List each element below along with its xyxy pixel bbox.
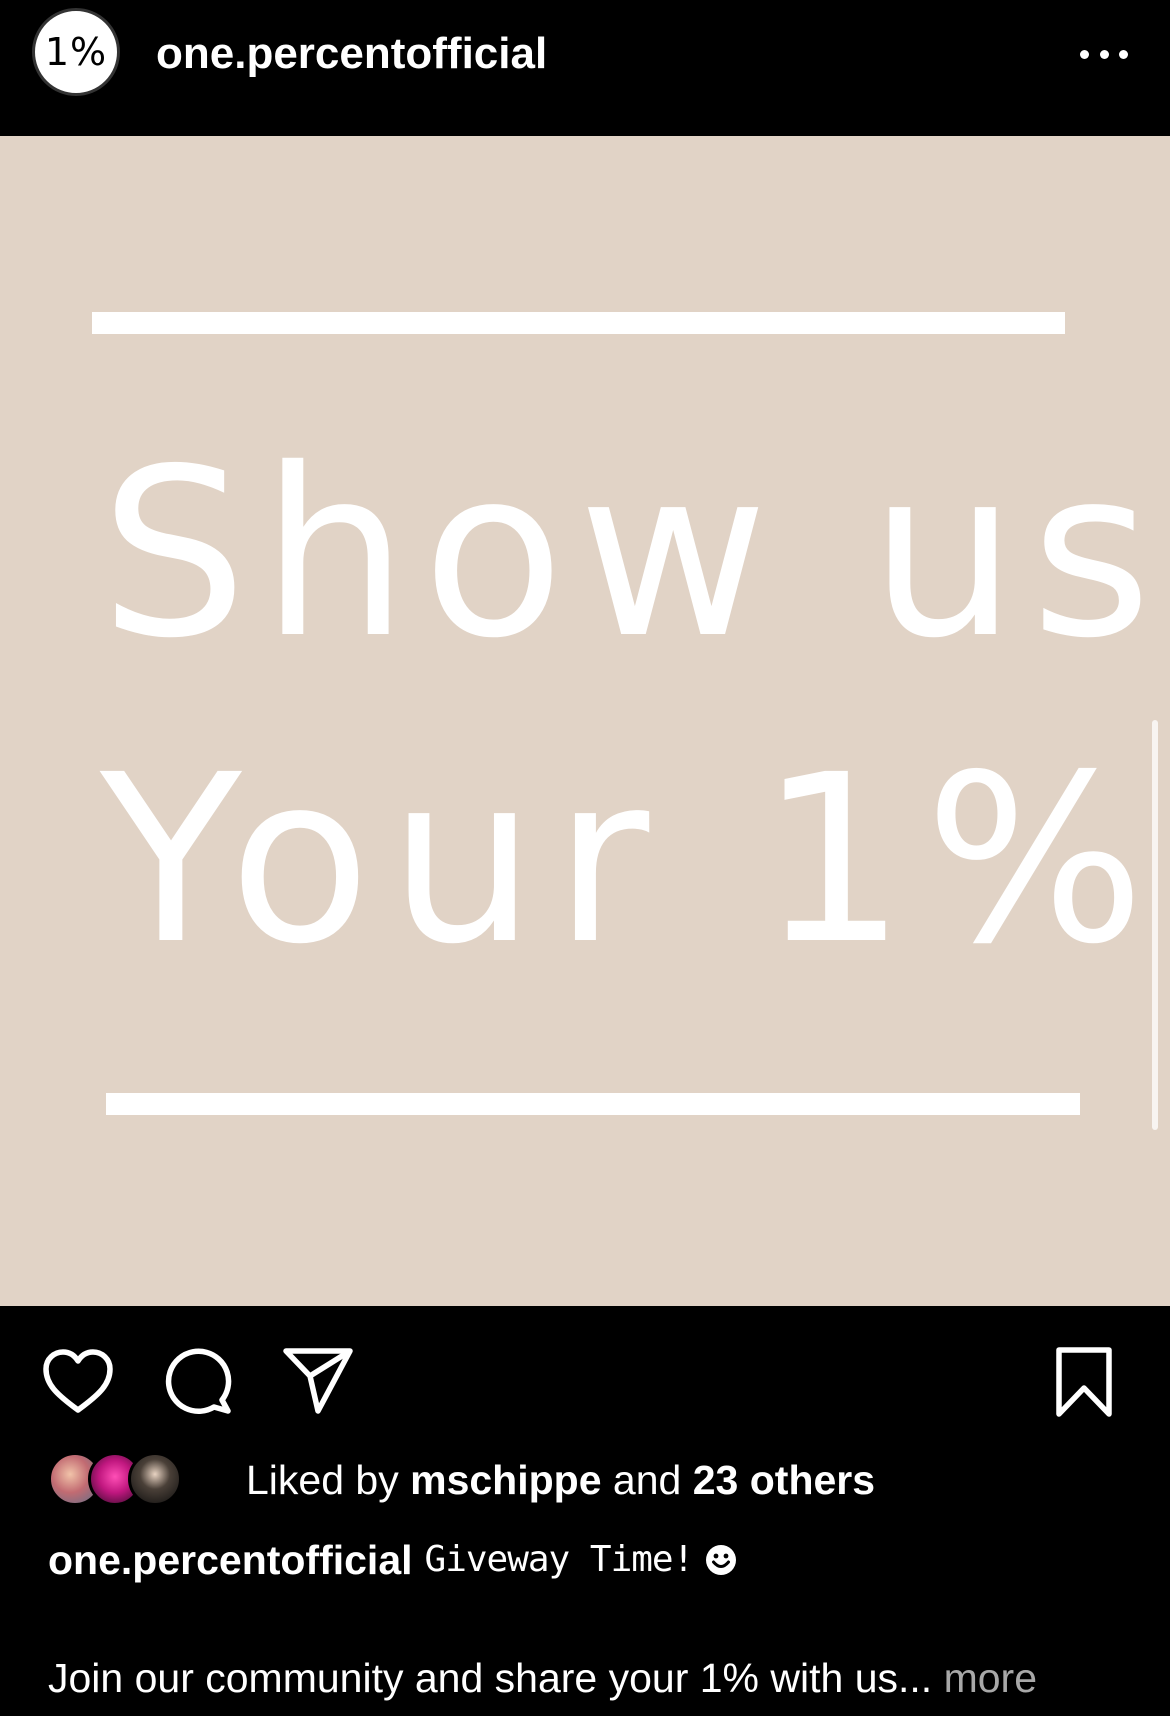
avatar-logo-text: 1% bbox=[44, 30, 108, 74]
bottom-rule bbox=[106, 1093, 1080, 1115]
top-rule bbox=[92, 312, 1065, 334]
caption-text: Giveway Time! bbox=[424, 1539, 695, 1580]
likes-joiner: and bbox=[612, 1457, 682, 1503]
likes-others-count[interactable]: 23 others bbox=[693, 1457, 875, 1503]
liker-avatar bbox=[128, 1452, 182, 1506]
comment-bubble-icon[interactable] bbox=[164, 1346, 234, 1416]
post-username[interactable]: one.percentofficial bbox=[156, 28, 547, 80]
caption-body: Join our community and share your 1% wit… bbox=[48, 1652, 1037, 1704]
scrollbar[interactable] bbox=[1152, 720, 1158, 1130]
bookmark-icon[interactable] bbox=[1054, 1346, 1114, 1418]
caption-username[interactable]: one.percentofficial bbox=[48, 1534, 413, 1586]
post-header: 1% one.percentofficial bbox=[0, 0, 1170, 136]
post-headline-line-1: Show us bbox=[100, 419, 1166, 689]
likes-summary: Liked by mschippe and 23 others bbox=[246, 1454, 875, 1506]
action-bar bbox=[0, 1306, 1170, 1456]
post-headline-line-2: Your 1% bbox=[100, 725, 1164, 995]
liker-avatars bbox=[48, 1452, 182, 1508]
liker-username[interactable]: mschippe bbox=[410, 1457, 601, 1503]
paper-plane-icon[interactable] bbox=[282, 1346, 354, 1416]
more-options-icon[interactable] bbox=[1080, 46, 1128, 62]
caption-line: one.percentofficial Giveway Time! bbox=[48, 1534, 737, 1586]
likes-row[interactable]: Liked by mschippe and 23 others bbox=[48, 1450, 875, 1510]
profile-avatar[interactable]: 1% bbox=[32, 8, 120, 96]
heart-icon[interactable] bbox=[42, 1348, 114, 1414]
post-image[interactable]: Show us Your 1% bbox=[0, 136, 1170, 1306]
likes-prefix: Liked by bbox=[246, 1457, 399, 1503]
caption-body-text: Join our community and share your 1% wit… bbox=[48, 1655, 933, 1701]
caption-more-link[interactable]: more bbox=[944, 1655, 1037, 1701]
smiley-icon bbox=[706, 1545, 737, 1575]
